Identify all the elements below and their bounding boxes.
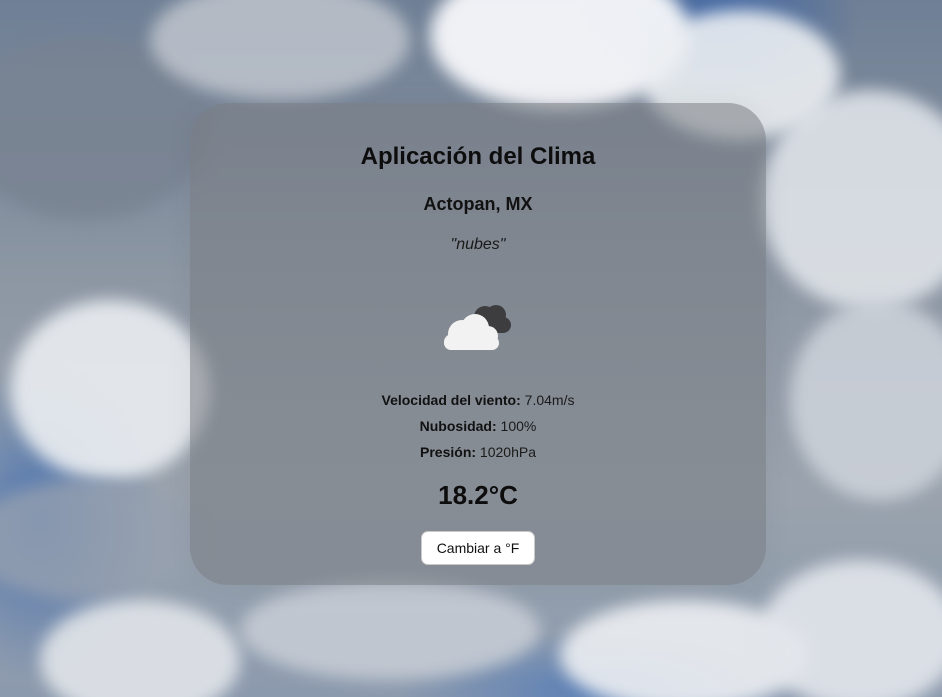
app-title: Aplicación del Clima	[360, 143, 596, 170]
pressure-value: 1020hPa	[476, 444, 536, 460]
wind-speed-label: Velocidad del viento:	[381, 392, 521, 408]
pressure-row: Presión: 1020hPa	[190, 444, 766, 460]
cloudiness-row: Nubosidad: 100%	[190, 418, 766, 434]
pressure-label: Presión:	[420, 444, 477, 460]
broken-clouds-icon	[440, 298, 516, 350]
wind-speed-row: Velocidad del viento: 7.04m/s	[190, 392, 766, 408]
toggle-unit-button[interactable]: Cambiar a °F	[421, 531, 535, 565]
cloudiness-value: 100%	[496, 418, 537, 434]
temperature-value: 18.2°C	[438, 480, 518, 510]
cloudiness-label: Nubosidad:	[419, 418, 497, 434]
wind-speed-value: 7.04m/s	[520, 392, 575, 408]
weather-description: "nubes"	[450, 236, 506, 253]
weather-card: Aplicación del Clima Actopan, MX "nubes"…	[190, 103, 766, 585]
location-name: Actopan, MX	[423, 194, 533, 214]
